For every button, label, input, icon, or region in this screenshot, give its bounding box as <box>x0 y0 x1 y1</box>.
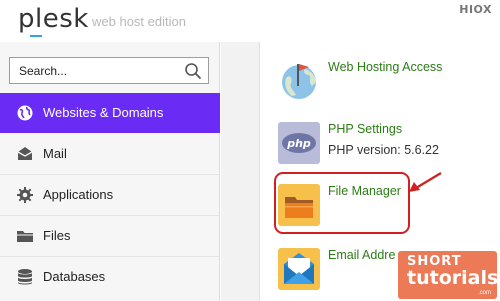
sidebar-item-mail[interactable]: Mail <box>0 134 220 174</box>
sidebar-item-label: Databases <box>43 269 106 284</box>
sidebar-item-label: Mail <box>43 146 67 161</box>
watermark-line3: .com <box>477 290 491 296</box>
database-icon <box>18 269 32 285</box>
watermark-line2: tutorials <box>407 267 499 289</box>
sidebar-item-databases[interactable]: Databases <box>0 257 220 297</box>
web-hosting-icon <box>282 64 316 99</box>
tool-title[interactable]: Web Hosting Access <box>328 60 442 74</box>
sidebar-item-applications[interactable]: Applications <box>0 175 220 215</box>
php-icon-text: php <box>286 137 311 150</box>
mail-icon <box>17 147 33 160</box>
logo-underline <box>30 35 42 37</box>
plesk-logo[interactable]: plesk <box>18 4 89 34</box>
hiox-watermark: HIOX <box>459 3 492 16</box>
file-manager-highlight <box>274 172 410 234</box>
sidebar: Search... Websites & Domains Mail Applic… <box>0 42 220 301</box>
sidebar-item-label: Files <box>43 228 71 243</box>
edition-label: web host edition <box>92 14 186 29</box>
email-icon <box>278 248 320 290</box>
gear-icon <box>17 187 33 203</box>
top-bar: plesk web host edition HIOX <box>0 0 500 42</box>
tool-title[interactable]: PHP Settings <box>328 122 402 136</box>
tool-title[interactable]: Email Addre <box>328 248 395 262</box>
search-placeholder: Search... <box>19 64 68 78</box>
pointer-arrow-icon <box>409 172 442 192</box>
globe-icon <box>17 105 33 121</box>
sidebar-item-label: Websites & Domains <box>43 105 164 120</box>
shorttutorials-watermark: SHORT tutorials .com <box>398 251 499 299</box>
sidebar-item-websites-domains[interactable]: Websites & Domains <box>0 93 220 133</box>
php-icon: php <box>278 122 320 164</box>
php-version-text: PHP version: 5.6.22 <box>328 143 439 157</box>
search-input[interactable]: Search... <box>9 57 209 84</box>
folder-icon <box>17 231 33 242</box>
sidebar-item-label: Applications <box>43 187 114 202</box>
search-icon[interactable] <box>184 62 202 80</box>
sidebar-item-files[interactable]: Files <box>0 216 220 256</box>
